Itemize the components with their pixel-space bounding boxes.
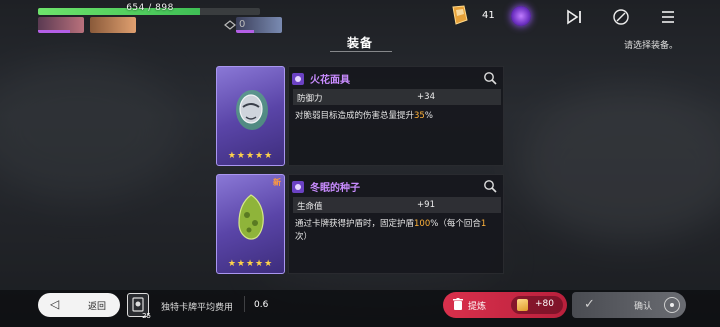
equipment-name: 火花面具 — [310, 75, 350, 86]
title-underline — [330, 51, 392, 52]
equipment-info: 冬眠的种子 生命值 +91 通过卡牌获得护盾时，固定护盾100%（每个回合1次） — [288, 174, 504, 274]
party-portrait[interactable] — [90, 17, 136, 33]
search-icon[interactable] — [483, 71, 497, 85]
divider — [244, 296, 245, 312]
resource-icon — [452, 5, 468, 25]
equipment-description: 对脆弱目标造成的伤害总量提升35% — [295, 111, 433, 121]
resource-count: 41 — [482, 10, 495, 21]
stat-value: +91 — [417, 200, 435, 210]
hp-text: 654 / 898 — [126, 3, 174, 13]
confirm-button[interactable]: ✓ 确认 — [572, 292, 686, 318]
equipment-card[interactable]: ★★★★★ 新 冬眠的种子 生命值 +91 通过卡牌获得护盾时，固定护盾100%… — [216, 174, 504, 276]
mask-icon — [236, 90, 268, 130]
equipment-art: ★★★★★ — [216, 66, 285, 166]
skip-button[interactable] — [565, 8, 583, 26]
buff-count: 0 — [239, 19, 246, 30]
equipment-card[interactable]: ★★★★★ 火花面具 防御力 +34 对脆弱目标造成的伤害总量提升35% — [216, 66, 504, 168]
confirm-label: 确认 — [634, 302, 653, 312]
equipment-description: 通过卡牌获得护盾时，固定护盾100%（每个回合1次） — [295, 219, 487, 242]
buff-indicator[interactable]: 0 — [224, 19, 245, 30]
deck-count: 25 — [142, 312, 151, 320]
rarity-stars: ★★★★★ — [227, 151, 274, 161]
stat-row: 生命值 +91 — [293, 197, 501, 213]
resource-icon — [517, 299, 528, 311]
trash-icon — [453, 298, 463, 310]
avg-cost-label: 独特卡牌平均费用 — [161, 303, 234, 313]
equipment-type-icon — [292, 72, 304, 85]
relic-icon[interactable] — [511, 6, 531, 26]
refine-button[interactable]: 提炼 +80 — [443, 292, 567, 318]
rarity-stars: ★★★★★ — [227, 259, 274, 269]
equipment-name: 冬眠的种子 — [310, 183, 360, 194]
refine-label: 提炼 — [468, 302, 487, 312]
equipment-type-icon — [292, 180, 304, 193]
deck-icon[interactable]: 25 — [127, 293, 151, 320]
new-badge: 新 — [273, 178, 281, 187]
back-label: 返回 — [87, 302, 106, 312]
equipment-art: ★★★★★ 新 — [216, 174, 285, 274]
check-icon: ✓ — [584, 297, 595, 312]
stat-label: 生命值 — [297, 202, 323, 212]
stat-row: 防御力 +34 — [293, 89, 501, 105]
refine-amount: +80 — [535, 299, 554, 309]
instruction-text: 请选择装备。 — [623, 41, 678, 51]
avg-cost-value: 0.6 — [254, 300, 269, 310]
confirm-indicator-icon — [664, 297, 680, 313]
back-arrow-icon: ◁ — [50, 297, 60, 311]
hp-bar: 654 / 898 — [38, 3, 262, 16]
back-button[interactable]: ◁ 返回 — [38, 293, 120, 317]
gauge-icon — [613, 9, 629, 25]
menu-icon — [662, 11, 674, 23]
party-portrait[interactable] — [38, 17, 84, 33]
stat-value: +34 — [417, 92, 435, 102]
party-portraits — [38, 17, 282, 33]
buff-icon — [224, 19, 236, 30]
stat-label: 防御力 — [297, 94, 323, 104]
skip-icon — [567, 9, 581, 25]
menu-button[interactable] — [659, 8, 677, 26]
page-title: 装备 — [346, 36, 373, 50]
equipment-info: 火花面具 防御力 +34 对脆弱目标造成的伤害总量提升35% — [288, 66, 504, 166]
refine-reward: +80 — [511, 296, 563, 314]
speed-button[interactable] — [612, 8, 630, 26]
search-icon[interactable] — [483, 179, 497, 193]
